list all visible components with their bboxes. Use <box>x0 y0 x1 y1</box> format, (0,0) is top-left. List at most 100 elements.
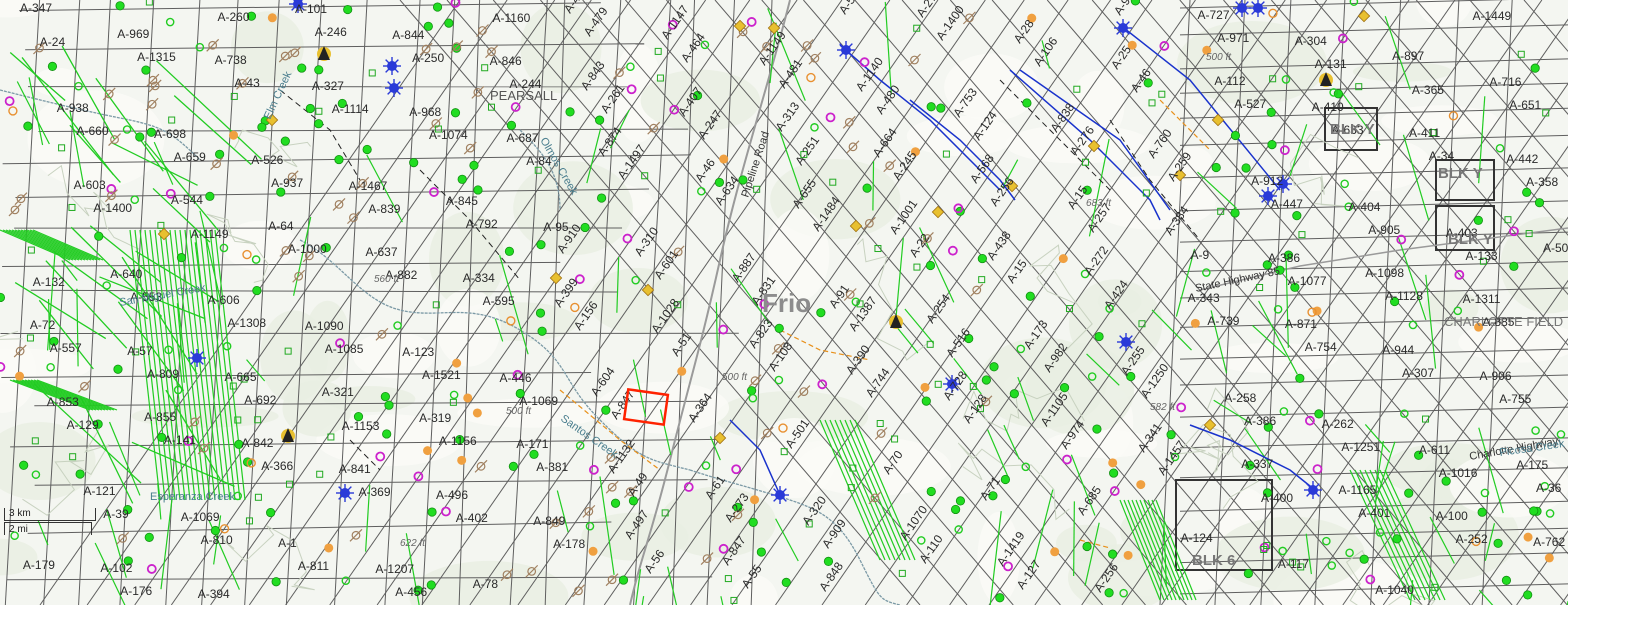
plugged-well-symbol <box>800 39 814 52</box>
survey-label: A-844 <box>392 28 424 42</box>
survey-label: A-347 <box>20 1 52 15</box>
survey-label: A-944 <box>1382 343 1414 357</box>
location-well-symbol <box>1050 547 1060 557</box>
survey-label: A-394 <box>198 587 230 601</box>
lateral-line <box>1032 489 1054 569</box>
location-well-symbol <box>15 371 25 381</box>
producing-well-symbol <box>925 260 936 271</box>
producing-well-symbol <box>1104 588 1114 598</box>
survey-label: A-131 <box>1315 57 1347 71</box>
permit-well-symbol <box>825 112 836 123</box>
producing-well-symbol <box>529 449 539 459</box>
producing-well-symbol <box>473 185 483 195</box>
producing-well-symbol <box>1025 291 1035 301</box>
survey-label: A-101 <box>295 2 327 16</box>
contour-line <box>957 442 1070 521</box>
producing-well-symbol <box>1166 430 1176 440</box>
survey-label: A-595 <box>483 294 515 308</box>
survey-label: A-839 <box>368 202 400 216</box>
survey-label: A-43 <box>234 76 260 90</box>
producing-well-symbol <box>936 103 946 113</box>
survey-label: A-141 <box>164 433 196 447</box>
survey-label: A-36 <box>1536 481 1562 495</box>
producing-well-symbol <box>955 496 966 506</box>
feature-label: 683 ft <box>1086 198 1112 209</box>
permit-well-symbol <box>1312 464 1323 475</box>
survey-label: A-57 <box>127 344 153 358</box>
survey-label: A-855 <box>144 410 176 424</box>
survey-label: A-27 <box>913 0 939 20</box>
survey-label: A-568 <box>967 151 997 186</box>
lateral-line <box>987 429 1009 477</box>
survey-label: A-15 <box>1004 257 1030 286</box>
permit-well-symbol <box>1062 454 1072 465</box>
map-layer[interactable]: A-347A-969A-738A-327A-968A-687 A-874A-46A… <box>0 0 1568 605</box>
survey-label: A-404 <box>1348 200 1380 214</box>
permit-well-symbol <box>1176 402 1187 413</box>
survey-label: A-39 <box>103 507 129 521</box>
well-ring-symbol <box>1545 509 1555 518</box>
producing-well-symbol <box>305 103 315 114</box>
survey-label: A-849 <box>533 514 565 528</box>
county-label: Frio <box>762 288 811 318</box>
survey-label: A-260 <box>218 10 250 24</box>
injection-well-symbol <box>837 41 855 59</box>
producing-well-symbol <box>144 532 154 542</box>
producing-well-symbol <box>0 292 6 303</box>
producing-well-symbol <box>781 577 791 587</box>
bottom-hole-symbol <box>26 334 34 342</box>
survey-label: A-327 <box>312 79 344 93</box>
gas-well-symbol <box>733 19 747 33</box>
survey-label: A-744 <box>863 365 893 400</box>
feature-label: BLK Y <box>1438 165 1483 182</box>
plugged-well-symbol <box>292 269 306 283</box>
plugged-well-symbol <box>332 197 346 211</box>
producing-well-symbol <box>537 326 547 336</box>
survey-label: A-738 <box>215 53 247 67</box>
survey-label: A-698 <box>154 127 186 141</box>
producing-well-symbol <box>1333 89 1343 99</box>
map-canvas[interactable]: A-347 A-969 A-738 A-327 A-968 A-687 A-874 A-46 A… <box>0 0 1568 605</box>
plugged-well-symbol <box>349 528 363 542</box>
permit-well-symbol <box>1159 41 1170 51</box>
producing-well-symbol <box>1108 549 1118 559</box>
producing-well-symbol <box>252 285 262 296</box>
plugged-well-symbol <box>206 38 220 52</box>
location-well-symbol <box>677 366 687 376</box>
location-well-symbol <box>229 130 239 140</box>
producing-well-symbol <box>981 375 991 385</box>
producing-well-symbol <box>266 507 276 518</box>
survey-label: A-171 <box>516 437 548 451</box>
survey-label: A-386 <box>1268 251 1300 265</box>
well-ring-symbol <box>1408 320 1418 330</box>
bottom-hole-symbol <box>934 380 942 388</box>
survey-label: A-544 <box>171 193 203 207</box>
producing-well-symbol <box>75 469 85 479</box>
survey-label: A-258 <box>1224 391 1256 405</box>
survey-label: A-438 <box>984 228 1014 263</box>
survey-label: A-938 <box>57 101 89 115</box>
bottom-hole-symbol <box>68 203 76 211</box>
survey-label: A-1467 <box>349 179 388 193</box>
producing-well-symbol <box>506 120 517 130</box>
producing-well-symbol <box>535 308 546 318</box>
survey-label: A-508 <box>1543 241 1568 255</box>
producing-well-symbol <box>409 158 419 168</box>
lateral-line <box>20 229 92 261</box>
producing-well-symbol <box>205 191 215 201</box>
bottom-hole-symbol <box>1256 284 1264 292</box>
producing-well-symbol <box>257 122 267 132</box>
scale-km: 3 km <box>4 508 96 521</box>
survey-label: A-1000 <box>288 242 327 256</box>
survey-label: A-365 <box>1412 83 1444 97</box>
plugged-well-symbol <box>962 11 976 25</box>
survey-label: A-121 <box>84 484 116 498</box>
survey-label: A-1070 <box>897 503 931 543</box>
scale-bar: 3 km 2 mi <box>4 508 96 540</box>
survey-label: A-117 <box>1278 557 1309 571</box>
survey-label: A-811 <box>298 559 329 573</box>
location-well-symbol <box>1136 480 1146 490</box>
survey-label: A-34 <box>1429 149 1455 163</box>
location-well-symbol <box>1108 458 1118 468</box>
feature-label: Esperanza Creek <box>150 491 235 503</box>
